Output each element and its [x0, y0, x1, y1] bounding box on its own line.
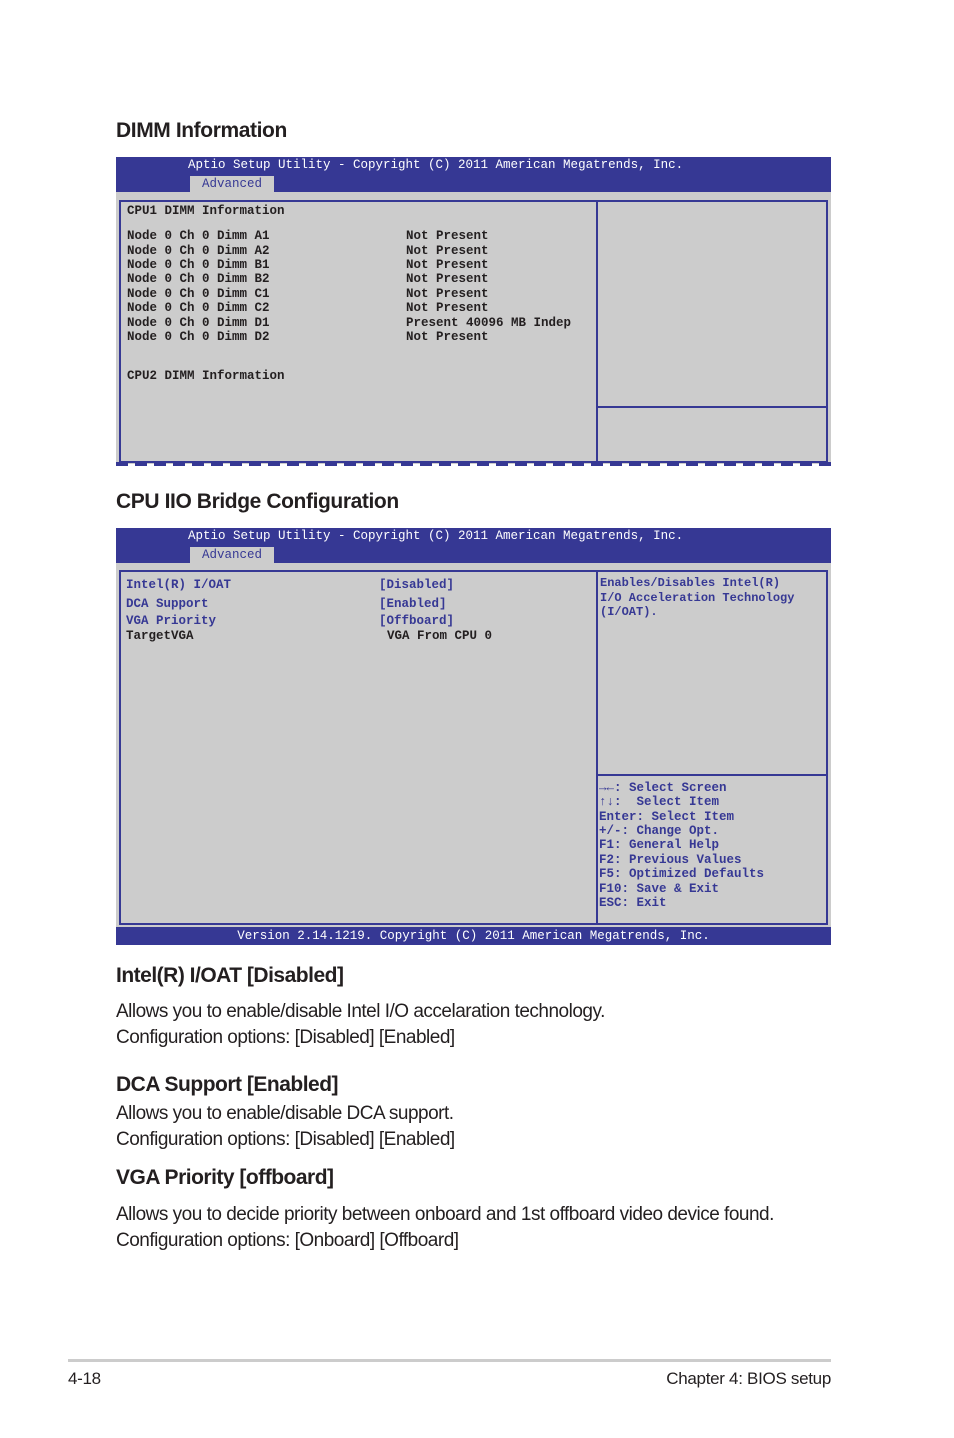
page-footer-rule	[68, 1359, 831, 1362]
setting-intel-ioat-value[interactable]: [Disabled]	[379, 578, 454, 592]
cpu2-dimm-heading: CPU2 DIMM Information	[127, 369, 285, 383]
dimm-row-value: Present 40096 MB Indep	[406, 316, 572, 330]
dimm-row-label: Node 0 Ch 0 Dimm B2	[127, 272, 270, 286]
bios-screen-dimm: Aptio Setup Utility - Copyright (C) 2011…	[116, 157, 831, 464]
section-title-dimm: DIMM Information	[116, 119, 287, 142]
desc-text: Allows you to enable/disable Intel I/O a…	[116, 1001, 605, 1022]
tab-advanced[interactable]: Advanced	[190, 176, 274, 192]
bios-header: Aptio Setup Utility - Copyright (C) 2011…	[116, 528, 831, 563]
desc-text: Configuration options: [Onboard] [Offboa…	[116, 1230, 459, 1251]
setting-dca-support-value[interactable]: [Enabled]	[379, 597, 447, 611]
bios-header-title: Aptio Setup Utility - Copyright (C) 2011…	[188, 529, 684, 543]
cropped-screen-edge	[116, 462, 834, 466]
setting-dca-support[interactable]: DCA Support	[126, 597, 209, 611]
key-hint-f5: F5: Optimized Defaults	[599, 867, 765, 881]
help-line: I/O Acceleration Technology	[600, 591, 795, 605]
key-hint-f1: F1: General Help	[599, 838, 720, 852]
dimm-row-value: Not Present	[406, 229, 489, 243]
chapter-label: Chapter 4: BIOS setup	[666, 1369, 831, 1388]
key-hint-enter: Enter: Select Item	[599, 810, 735, 824]
key-hint-change-opt: +/-: Change Opt.	[599, 824, 720, 838]
help-divider	[598, 406, 826, 408]
desc-text: Allows you to decide priority between on…	[116, 1204, 774, 1225]
cpu1-dimm-heading: CPU1 DIMM Information	[127, 204, 285, 218]
bios-header: Aptio Setup Utility - Copyright (C) 2011…	[116, 157, 831, 192]
key-hint-f10: F10: Save & Exit	[599, 882, 720, 896]
section-title-iio: CPU IIO Bridge Configuration	[116, 490, 399, 513]
dimm-row-label: Node 0 Ch 0 Dimm D2	[127, 330, 270, 344]
bios-header-title: Aptio Setup Utility - Copyright (C) 2011…	[188, 158, 684, 172]
key-hint-select-item: ↑↓: Select Item	[599, 795, 720, 809]
help-panel	[596, 200, 828, 463]
page-number: 4-18	[68, 1369, 101, 1388]
desc-text: Configuration options: [Disabled] [Enabl…	[116, 1027, 455, 1048]
bios-version-footer: Version 2.14.1219. Copyright (C) 2011 Am…	[116, 927, 831, 945]
help-divider	[598, 774, 826, 776]
help-line: (I/OAT).	[600, 605, 658, 619]
desc-text: Allows you to enable/disable DCA support…	[116, 1103, 454, 1124]
key-hint-f2: F2: Previous Values	[599, 853, 742, 867]
dimm-row-value: Not Present	[406, 330, 489, 344]
help-line: Enables/Disables Intel(R)	[600, 576, 781, 590]
key-hint-select-screen: →←: Select Screen	[599, 781, 727, 795]
dimm-row-value: Not Present	[406, 301, 489, 315]
dimm-row-label: Node 0 Ch 0 Dimm C1	[127, 287, 270, 301]
desc-text: Configuration options: [Disabled] [Enabl…	[116, 1129, 455, 1150]
dimm-row-label: Node 0 Ch 0 Dimm C2	[127, 301, 270, 315]
setting-vga-priority[interactable]: VGA Priority	[126, 614, 216, 628]
setting-target-vga: TargetVGA	[126, 629, 194, 643]
setting-target-vga-value: VGA From CPU 0	[387, 629, 493, 643]
desc-title-intel-ioat: Intel(R) I/OAT [Disabled]	[116, 964, 344, 987]
bios-screen-iio: Aptio Setup Utility - Copyright (C) 2011…	[116, 528, 831, 945]
desc-title-dca-support: DCA Support [Enabled]	[116, 1073, 339, 1096]
dimm-row-value: Not Present	[406, 272, 489, 286]
dimm-row-value: Not Present	[406, 258, 489, 272]
dimm-row-label: Node 0 Ch 0 Dimm A2	[127, 244, 270, 258]
dimm-row-value: Not Present	[406, 244, 489, 258]
dimm-row-label: Node 0 Ch 0 Dimm A1	[127, 229, 270, 243]
setting-vga-priority-value[interactable]: [Offboard]	[379, 614, 454, 628]
dimm-row-label: Node 0 Ch 0 Dimm B1	[127, 258, 270, 272]
key-hint-esc: ESC: Exit	[599, 896, 667, 910]
tab-advanced[interactable]: Advanced	[190, 547, 274, 563]
dimm-row-value: Not Present	[406, 287, 489, 301]
desc-title-vga-priority: VGA Priority [offboard]	[116, 1166, 334, 1189]
dimm-row-label: Node 0 Ch 0 Dimm D1	[127, 316, 270, 330]
setting-intel-ioat[interactable]: Intel(R) I/OAT	[126, 578, 231, 592]
